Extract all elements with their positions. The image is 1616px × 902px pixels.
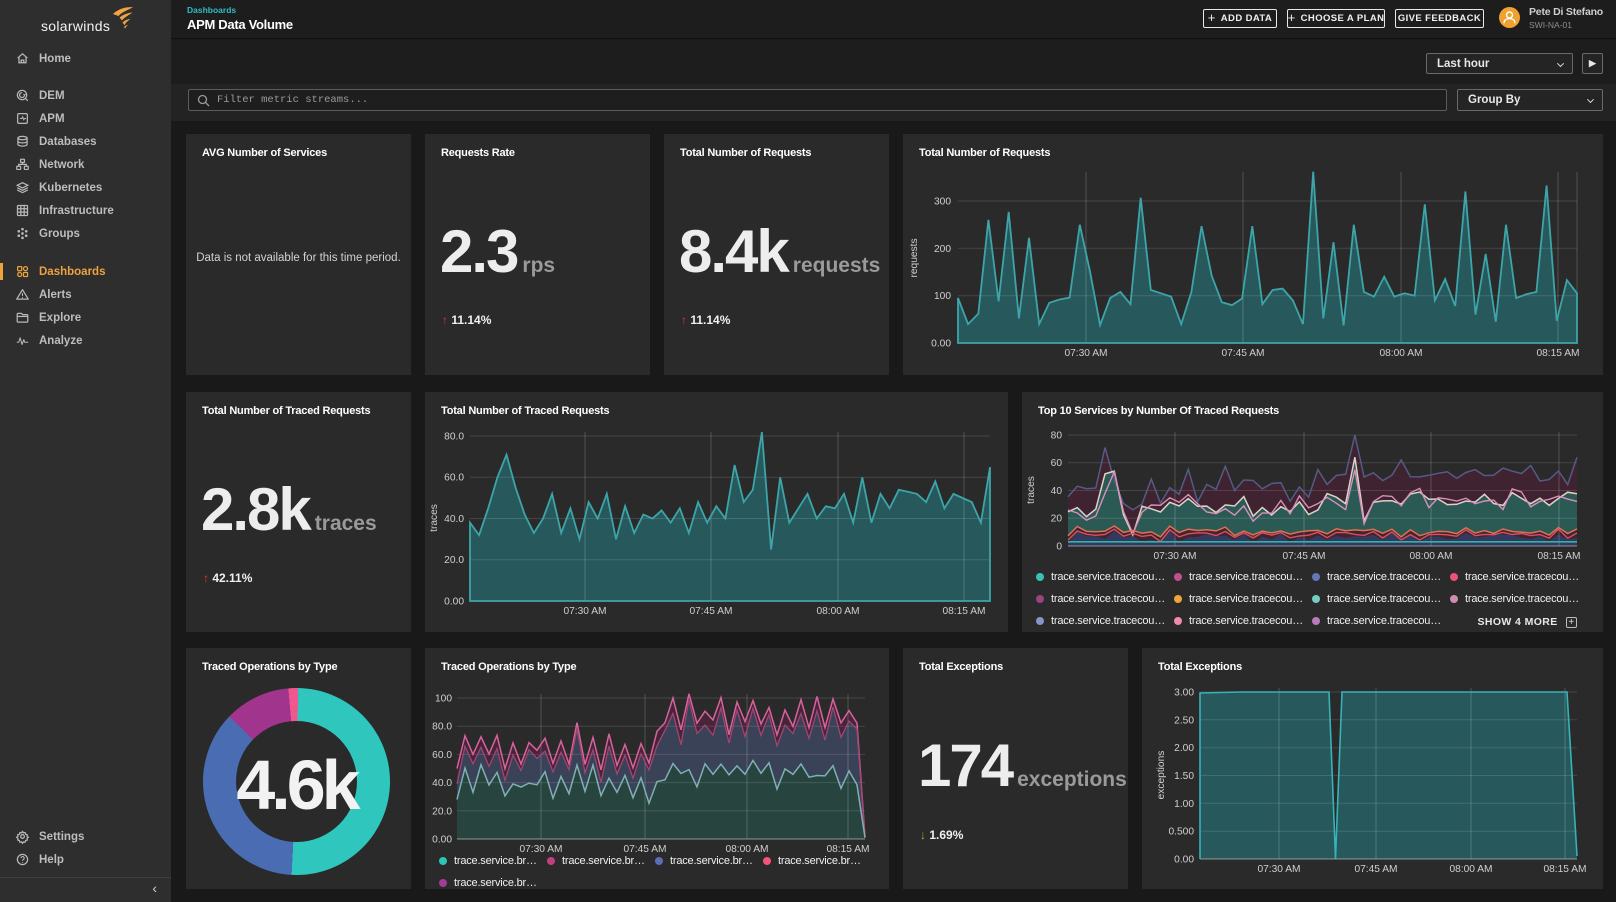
svg-text:08:00 AM: 08:00 AM	[816, 606, 859, 617]
svg-text:07:45 AM: 07:45 AM	[1282, 551, 1325, 562]
svg-text:40.0: 40.0	[444, 514, 464, 525]
svg-text:07:45 AM: 07:45 AM	[1354, 864, 1397, 875]
svg-text:60.0: 60.0	[444, 473, 464, 484]
svg-text:200: 200	[934, 244, 951, 255]
svg-text:07:45 AM: 07:45 AM	[1221, 348, 1264, 359]
svg-text:80.0: 80.0	[444, 432, 464, 443]
svg-text:07:45 AM: 07:45 AM	[623, 844, 666, 855]
svg-text:07:30 AM: 07:30 AM	[1257, 864, 1300, 875]
svg-text:08:15 AM: 08:15 AM	[1537, 551, 1580, 562]
svg-text:20.0: 20.0	[444, 555, 464, 566]
svg-text:08:15 AM: 08:15 AM	[1536, 348, 1579, 359]
svg-text:20: 20	[1051, 514, 1063, 525]
svg-text:1.00: 1.00	[1174, 799, 1194, 810]
svg-text:08:00 AM: 08:00 AM	[725, 844, 768, 855]
svg-text:80.0: 80.0	[432, 722, 452, 733]
svg-text:07:30 AM: 07:30 AM	[1064, 348, 1107, 359]
svg-text:08:00 AM: 08:00 AM	[1449, 864, 1492, 875]
svg-text:20.0: 20.0	[432, 806, 452, 817]
svg-text:0.00: 0.00	[931, 339, 951, 350]
svg-text:0: 0	[1056, 542, 1062, 553]
svg-text:80: 80	[1051, 431, 1063, 442]
svg-text:07:30 AM: 07:30 AM	[563, 606, 606, 617]
svg-text:08:00 AM: 08:00 AM	[1409, 551, 1452, 562]
svg-text:traces: traces	[429, 504, 440, 532]
svg-text:1.50: 1.50	[1174, 771, 1194, 782]
svg-text:0.500: 0.500	[1169, 827, 1195, 838]
svg-text:300: 300	[934, 197, 951, 208]
svg-text:08:15 AM: 08:15 AM	[942, 606, 985, 617]
svg-text:08:15 AM: 08:15 AM	[826, 844, 869, 855]
svg-text:07:45 AM: 07:45 AM	[689, 606, 732, 617]
svg-text:100: 100	[435, 694, 452, 705]
svg-text:3.00: 3.00	[1174, 688, 1194, 699]
svg-text:40.0: 40.0	[432, 778, 452, 789]
svg-text:07:30 AM: 07:30 AM	[519, 844, 562, 855]
svg-text:100: 100	[934, 291, 951, 302]
svg-text:07:30 AM: 07:30 AM	[1153, 551, 1196, 562]
svg-text:0.00: 0.00	[432, 835, 452, 846]
svg-text:60.0: 60.0	[432, 750, 452, 761]
svg-text:2.50: 2.50	[1174, 715, 1194, 726]
svg-text:traces: traces	[1026, 476, 1037, 504]
svg-text:08:15 AM: 08:15 AM	[1543, 864, 1586, 875]
svg-text:40: 40	[1051, 486, 1063, 497]
svg-text:2.00: 2.00	[1174, 743, 1194, 754]
svg-text:0.00: 0.00	[444, 597, 464, 608]
svg-text:0.00: 0.00	[1174, 855, 1194, 866]
svg-text:08:00 AM: 08:00 AM	[1379, 348, 1422, 359]
svg-text:60: 60	[1051, 458, 1063, 469]
svg-text:requests: requests	[909, 238, 920, 277]
svg-text:exceptions: exceptions	[1156, 751, 1167, 800]
